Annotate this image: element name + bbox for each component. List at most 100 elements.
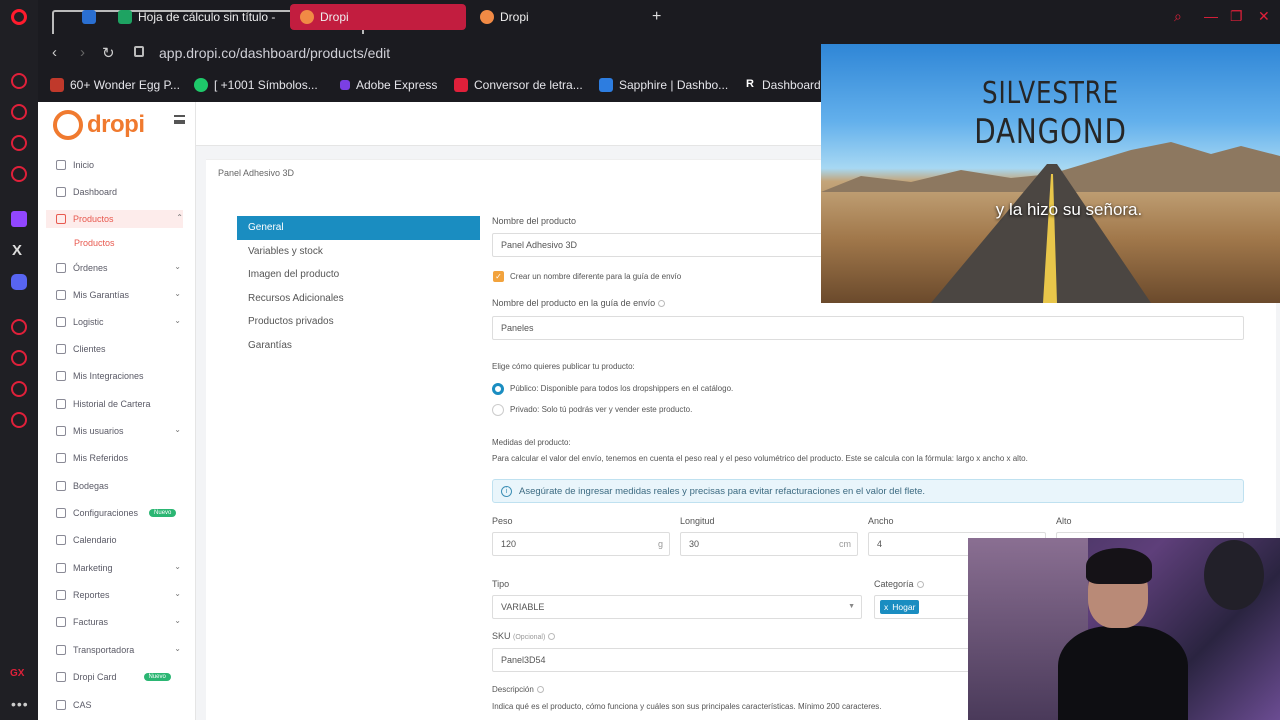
minimize-button[interactable]: —: [1204, 8, 1218, 24]
more-icon[interactable]: •••: [11, 696, 29, 712]
trello-tab-icon[interactable]: [82, 10, 96, 24]
opera-logo-icon[interactable]: [11, 9, 27, 25]
close-window-button[interactable]: ✕: [1258, 8, 1270, 25]
sidebar-item-label: Historial de Cartera: [73, 399, 151, 409]
sidebar-item-label: CAS: [73, 700, 92, 710]
public-radio[interactable]: [492, 383, 504, 395]
tab-variables-stock[interactable]: Variables y stock: [237, 240, 480, 264]
url-field[interactable]: app.dropi.co/dashboard/products/edit: [159, 45, 390, 61]
integrations-icon: [56, 371, 66, 381]
sidebar-item-marketing[interactable]: Marketing ⌄: [56, 559, 181, 577]
sidebar-item-facturas[interactable]: Facturas ⌄: [56, 613, 181, 631]
pinboard-icon[interactable]: [11, 350, 27, 366]
sidebar-item-dropi-card[interactable]: Dropi Card Nuevo: [56, 668, 181, 686]
info-icon: [658, 300, 666, 308]
referrals-icon: [56, 453, 66, 463]
sidebar-item-cas[interactable]: CAS: [56, 696, 181, 714]
bookmark-wonder-egg[interactable]: 60+ Wonder Egg P...: [50, 78, 180, 92]
private-radio[interactable]: [492, 404, 504, 416]
tab-general[interactable]: General: [237, 216, 480, 240]
tab-spreadsheet[interactable]: Hoja de cálculo sin título -: [108, 4, 278, 30]
weight-input[interactable]: 120 g: [492, 532, 670, 556]
bookmark-sapphire[interactable]: Sapphire | Dashbo...: [599, 78, 728, 92]
road-graphic: [931, 164, 1151, 303]
sidebar-item-configuraciones[interactable]: Configuraciones Nuevo: [56, 504, 181, 522]
sidebar-subitem-productos[interactable]: Productos: [74, 238, 115, 248]
sidebar-item-label: Configuraciones: [73, 508, 139, 518]
discord-icon[interactable]: [11, 274, 27, 290]
chevron-up-icon: ⌃: [176, 213, 183, 222]
info-icon: [536, 686, 544, 694]
input-value: 120: [501, 539, 517, 549]
bookmark-simbolos[interactable]: [ +1001 Símbolos...: [194, 78, 318, 92]
sidebar-item-label: Mis Garantías: [73, 290, 130, 300]
settings-icon[interactable]: [11, 412, 27, 428]
lamp-shape: [1204, 540, 1264, 610]
messenger-icon[interactable]: [11, 73, 27, 89]
x-twitter-icon[interactable]: X: [12, 242, 22, 259]
different-name-checkbox[interactable]: ✓: [493, 271, 504, 282]
type-select[interactable]: VARIABLE ▼: [492, 595, 862, 619]
video-title-line1: SILVESTRE: [982, 76, 1119, 111]
clients-icon: [56, 344, 66, 354]
sidebar-item-calendario[interactable]: Calendario: [56, 531, 181, 549]
sidebar-item-referidos[interactable]: Mis Referidos: [56, 449, 181, 467]
category-label: Categoría: [874, 579, 924, 589]
tab-recursos[interactable]: Recursos Adicionales: [237, 287, 480, 311]
sidebar-item-ordenes[interactable]: Órdenes ⌄: [56, 259, 181, 277]
dashboard-icon: [56, 187, 66, 197]
sidebar-item-inicio[interactable]: Inicio: [56, 156, 181, 174]
bookmark-icon: [194, 78, 208, 92]
bookmark-icon: [599, 78, 613, 92]
dropi-favicon: [300, 10, 314, 24]
sidebar-item-logistic[interactable]: Logistic ⌄: [56, 313, 181, 331]
bookmark-conversor[interactable]: Conversor de letra...: [454, 78, 583, 92]
tab-dropi-active[interactable]: Dropi: [290, 4, 466, 30]
new-tab-button[interactable]: +: [652, 8, 661, 26]
carrier-icon: [56, 645, 66, 655]
hamburger-menu-icon[interactable]: [174, 115, 185, 124]
product-name-label: Nombre del producto: [492, 216, 577, 226]
reload-button[interactable]: ↻: [102, 44, 115, 62]
category-tag[interactable]: x Hogar: [880, 600, 920, 614]
sidebar-item-transportadora[interactable]: Transportadora ⌄: [56, 641, 181, 659]
sidebar-item-dashboard[interactable]: Dashboard: [56, 183, 181, 201]
sidebar-item-bodegas[interactable]: Bodegas: [56, 477, 181, 495]
guide-name-label-text: Nombre del producto en la guía de envío: [492, 298, 656, 308]
sidebar-item-integraciones[interactable]: Mis Integraciones: [56, 367, 181, 385]
player-icon[interactable]: [11, 166, 27, 182]
sidebar-item-label: Mis Integraciones: [73, 371, 144, 381]
bookmark-icon: [50, 78, 64, 92]
extensions-icon[interactable]: [11, 381, 27, 397]
description-label: Descripción: [492, 685, 544, 694]
sidebar-item-historial[interactable]: Historial de Cartera: [56, 395, 181, 413]
maximize-button[interactable]: ❐: [1230, 8, 1243, 25]
twitch-icon[interactable]: [11, 211, 27, 227]
unit-label: cm: [839, 539, 851, 549]
tinder-icon[interactable]: [11, 104, 27, 120]
guide-name-input[interactable]: Paneles: [492, 316, 1244, 340]
history-icon[interactable]: [11, 319, 27, 335]
bookmark-dashboard[interactable]: R Dashboard: [746, 78, 821, 92]
sidebar-item-clientes[interactable]: Clientes: [56, 340, 181, 358]
back-button[interactable]: ‹: [52, 44, 57, 61]
sidebar-item-usuarios[interactable]: Mis usuarios ⌄: [56, 422, 181, 440]
remove-tag-icon[interactable]: x: [884, 602, 888, 612]
sidebar-item-reportes[interactable]: Reportes ⌄: [56, 586, 181, 604]
tab-dropi[interactable]: Dropi: [470, 4, 640, 30]
sidebar-item-productos[interactable]: Productos ⌃: [46, 210, 183, 228]
tab-imagen[interactable]: Imagen del producto: [237, 263, 480, 287]
dropi-logo[interactable]: dropi: [53, 110, 145, 140]
forward-button[interactable]: ›: [80, 44, 85, 61]
new-badge: Nuevo: [143, 673, 171, 681]
tab-garantias[interactable]: Garantías: [237, 334, 480, 358]
search-tabs-icon[interactable]: ⌕: [1174, 8, 1182, 25]
sidebar-item-garantias[interactable]: Mis Garantías ⌄: [56, 286, 181, 304]
gx-corner-icon[interactable]: [11, 135, 27, 151]
bookmark-adobe-express[interactable]: Adobe Express: [340, 78, 437, 92]
tab-productos-privados[interactable]: Productos privados: [237, 310, 480, 334]
length-input[interactable]: 30 cm: [680, 532, 858, 556]
private-option-label: Privado: Solo tú podrás ver y vender est…: [510, 405, 693, 414]
sidebar: dropi Inicio Dashboard Productos ⌃ Produc…: [38, 102, 196, 720]
gx-control-icon[interactable]: GX: [10, 668, 24, 679]
